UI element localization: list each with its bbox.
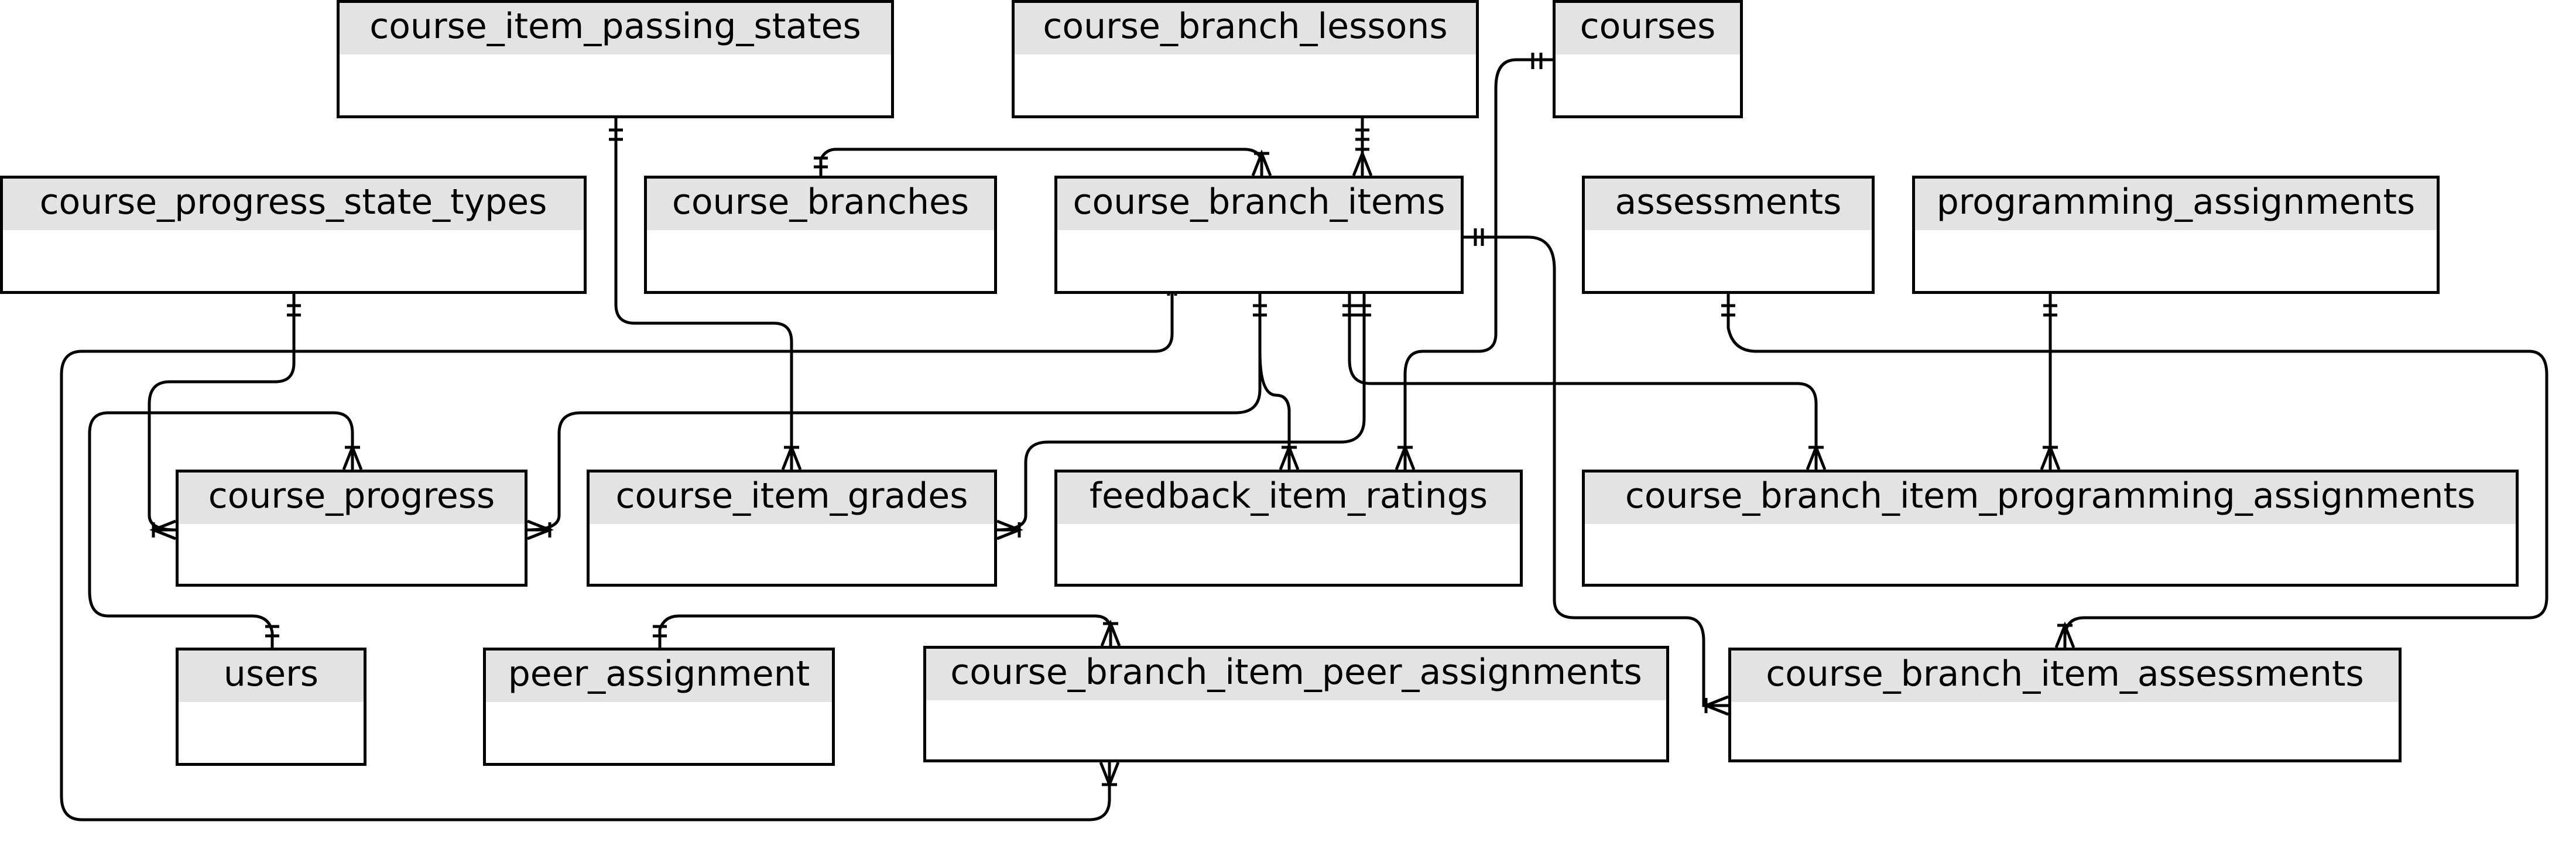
entity-course-branch-item-programming-assignments[interactable]: course_branch_item_programming_assignmen… <box>1582 470 2519 587</box>
entity-course-branch-items[interactable]: course_branch_items <box>1054 176 1464 294</box>
crowfoot-marker <box>1099 762 1120 789</box>
crowfoot-marker <box>1352 149 1373 176</box>
entity-course-item-passing-states[interactable]: course_item_passing_states <box>337 0 894 118</box>
crowfoot-marker <box>1279 443 1300 470</box>
entity-title: course_branches <box>647 179 994 230</box>
entity-title: course_item_grades <box>590 473 994 524</box>
edge-peer-assignment-to-cbi-peer <box>658 614 1112 648</box>
entity-assessments[interactable]: assessments <box>1582 176 1875 294</box>
entity-course-branch-lessons[interactable]: course_branch_lessons <box>1012 0 1479 118</box>
crowfoot-marker <box>2054 621 2075 648</box>
edge-branch-items-to-feedback <box>1258 351 1291 470</box>
entity-title: peer_assignment <box>486 651 832 702</box>
crowfoot-marker <box>996 519 1023 540</box>
entity-title: programming_assignments <box>1915 179 2437 230</box>
crowfoot-marker <box>1806 443 1827 470</box>
entity-peer-assignment[interactable]: peer_assignment <box>483 648 835 766</box>
entity-courses[interactable]: courses <box>1553 0 1743 118</box>
entity-title: course_branch_items <box>1057 179 1461 230</box>
entity-title: course_branch_item_assessments <box>1731 651 2399 702</box>
crowfoot-marker <box>1702 695 1729 716</box>
crowfoot-marker <box>149 519 176 540</box>
entity-title: assessments <box>1585 179 1872 230</box>
edge-branch-items-to-cbi-programming <box>1348 294 1818 470</box>
entity-title: course_branch_item_peer_assignments <box>926 649 1666 700</box>
entity-feedback-item-ratings[interactable]: feedback_item_ratings <box>1054 470 1523 587</box>
entity-title: courses <box>1556 3 1740 54</box>
entity-programming-assignments[interactable]: programming_assignments <box>1912 176 2440 294</box>
edge-passing-states-to-item-grades <box>614 118 793 470</box>
crowfoot-marker <box>1100 619 1121 646</box>
crowfoot-marker <box>781 443 802 470</box>
crowfoot-marker <box>1395 443 1416 470</box>
entity-title: course_progress_state_types <box>3 179 584 230</box>
entity-course-branch-item-assessments[interactable]: course_branch_item_assessments <box>1728 648 2402 762</box>
entity-course-progress[interactable]: course_progress <box>176 470 527 587</box>
entity-course-progress-state-types[interactable]: course_progress_state_types <box>0 176 587 294</box>
entity-users[interactable]: users <box>176 648 366 766</box>
entity-title: users <box>179 651 364 702</box>
crowfoot-marker <box>1251 149 1272 176</box>
entity-course-item-grades[interactable]: course_item_grades <box>587 470 997 587</box>
entity-course-branch-item-peer-assignments[interactable]: course_branch_item_peer_assignments <box>923 646 1669 762</box>
crowfoot-marker <box>527 519 554 540</box>
crowfoot-marker <box>2040 443 2061 470</box>
one-one-marker <box>1342 304 1371 317</box>
entity-title: course_branch_lessons <box>1015 3 1476 54</box>
entity-title: course_item_passing_states <box>340 3 891 54</box>
entity-title: course_progress <box>179 473 525 524</box>
edge-branches-to-branch-items <box>819 148 1263 176</box>
entity-title: course_branch_item_programming_assignmen… <box>1585 473 2516 524</box>
entity-title: feedback_item_ratings <box>1057 473 1520 524</box>
crowfoot-marker <box>342 443 363 470</box>
entity-course-branches[interactable]: course_branches <box>644 176 997 294</box>
